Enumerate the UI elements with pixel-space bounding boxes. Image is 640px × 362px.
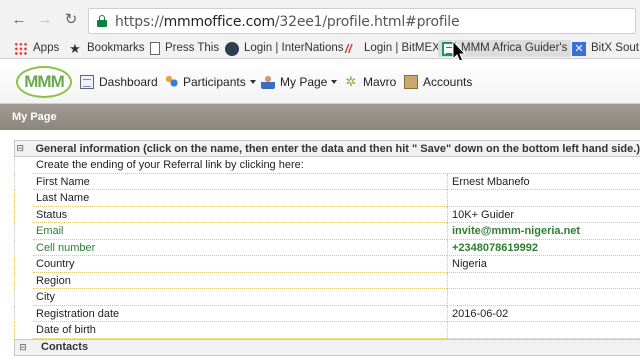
star-icon: ★	[69, 40, 81, 56]
bookmark-label: Login | InterNations	[244, 42, 344, 54]
chevron-down-icon	[249, 80, 256, 84]
field-value[interactable]: 10K+ Guider	[447, 206, 640, 223]
nav-mavro[interactable]: ✲ Mavro	[344, 73, 397, 91]
field-row-status[interactable]: Status 10K+ Guider	[14, 206, 640, 223]
bookmark-label: Login | BitMEX	[364, 42, 440, 54]
app-navbar: MMM Dashboard Participants My Page ✲ Mav…	[0, 60, 640, 104]
referral-hint-row[interactable]: Create the ending of your Referral link …	[14, 157, 640, 174]
browser-toolbar: ← → ↻ https://mmmoffice.com/32ee1/profil…	[0, 0, 640, 40]
field-row-country[interactable]: Country Nigeria	[14, 256, 640, 273]
field-label: Email	[33, 223, 447, 240]
group-general-information[interactable]: ⊟ General information (click on the name…	[14, 140, 640, 157]
bookmark-bitmex[interactable]: // Login | BitMEX	[345, 40, 440, 57]
nav-label: My Page	[280, 75, 328, 89]
field-value[interactable]	[447, 289, 640, 306]
field-value[interactable]: invite@mmm-nigeria.net	[447, 223, 640, 240]
nav-label: Dashboard	[99, 75, 158, 89]
url-text[interactable]: https://mmmoffice.com/32ee1/profile.html…	[115, 14, 460, 30]
profile-content: ⊟ General information (click on the name…	[0, 130, 640, 362]
lock-icon	[97, 15, 107, 27]
field-row-date-of-birth[interactable]: Date of birth	[14, 322, 640, 339]
apps-grid-icon	[14, 41, 28, 56]
nav-accounts[interactable]: Accounts	[404, 73, 472, 91]
x-icon: ✕	[572, 41, 586, 56]
collapse-icon[interactable]: ⊟	[15, 143, 26, 154]
field-label: Last Name	[33, 190, 447, 207]
mavro-icon: ✲	[345, 74, 357, 89]
field-label: Date of birth	[33, 322, 447, 339]
user-icon	[261, 75, 275, 89]
field-label: City	[33, 289, 447, 306]
address-bar[interactable]: https://mmmoffice.com/32ee1/profile.html…	[88, 8, 636, 34]
group-label: Contacts	[41, 341, 89, 353]
field-label: First Name	[33, 174, 447, 190]
field-row-email[interactable]: Email invite@mmm-nigeria.net	[14, 223, 640, 240]
field-value[interactable]: 2016-06-02	[447, 305, 640, 322]
url-host: mmmoffice.com	[163, 14, 275, 30]
field-label: Status	[33, 207, 447, 223]
accounts-icon	[404, 75, 418, 89]
reload-icon[interactable]: ↻	[62, 11, 80, 29]
url-path: /32ee1/profile.html#profile	[274, 14, 460, 30]
group-contacts[interactable]: ⊟ Contacts	[14, 338, 640, 356]
field-row-region[interactable]: Region	[14, 272, 640, 289]
profile-grid: ⊟ General information (click on the name…	[14, 140, 640, 356]
document-icon	[150, 42, 160, 55]
bookmark-apps[interactable]: Apps	[14, 40, 59, 57]
group-label: General information (click on the name, …	[35, 142, 640, 155]
bookmark-press-this[interactable]: Press This	[150, 40, 219, 57]
bookmark-label: Bookmarks	[87, 42, 145, 54]
field-value[interactable]	[447, 272, 640, 289]
field-value[interactable]	[447, 322, 640, 339]
bookmarks-bar: Apps ★ Bookmarks Press This Login | Inte…	[0, 38, 640, 59]
globe-icon	[225, 41, 239, 56]
page-title: My Page	[0, 104, 640, 130]
bookmark-label: MMM Africa Guider's	[461, 42, 568, 54]
field-value[interactable]	[447, 190, 640, 207]
field-value[interactable]: Nigeria	[447, 256, 640, 273]
nav-participants[interactable]: Participants	[164, 73, 256, 91]
field-row-last-name[interactable]: Last Name	[14, 190, 640, 207]
bookmark-bookmarks[interactable]: ★ Bookmarks	[68, 40, 145, 57]
forward-arrow-icon[interactable]: →	[36, 11, 54, 29]
field-row-city[interactable]: City	[14, 289, 640, 306]
field-label: Region	[33, 273, 447, 289]
browser-window: ← → ↻ https://mmmoffice.com/32ee1/profil…	[0, 0, 640, 362]
field-label: Country	[33, 256, 447, 273]
bitmex-icon: //	[345, 41, 352, 56]
bookmark-label: Apps	[33, 42, 60, 54]
field-value[interactable]: +2348078619992	[447, 239, 640, 256]
mmm-logo[interactable]: MMM	[16, 66, 72, 98]
nav-label: Participants	[183, 75, 246, 89]
participants-icon	[164, 75, 178, 89]
field-row-registration-date[interactable]: Registration date 2016-06-02	[14, 305, 640, 322]
nav-label: Mavro	[363, 75, 397, 89]
field-row-first-name[interactable]: First Name Ernest Mbanefo	[14, 173, 640, 190]
bookmark-label: Press This	[165, 42, 220, 54]
nav-dashboard[interactable]: Dashboard	[80, 73, 158, 91]
field-value[interactable]: Ernest Mbanefo	[447, 173, 640, 190]
back-arrow-icon[interactable]: ←	[10, 11, 28, 29]
chevron-down-icon	[331, 80, 338, 84]
field-label: Cell number	[33, 240, 447, 256]
bookmark-label: BitX Sout	[591, 42, 639, 54]
referral-hint[interactable]: Create the ending of your Referral link …	[33, 157, 640, 174]
bookmark-internations[interactable]: Login | InterNations	[225, 40, 344, 57]
nav-my-page[interactable]: My Page	[261, 73, 338, 91]
dashboard-icon	[80, 75, 94, 89]
url-scheme: https://	[115, 14, 164, 30]
field-row-cell-number[interactable]: Cell number +2348078619992	[14, 239, 640, 256]
collapse-icon[interactable]: ⊟	[15, 342, 31, 353]
nav-label: Accounts	[423, 75, 473, 89]
field-label: Registration date	[33, 306, 447, 322]
bookmark-bitx[interactable]: ✕ BitX Sout	[572, 40, 639, 57]
